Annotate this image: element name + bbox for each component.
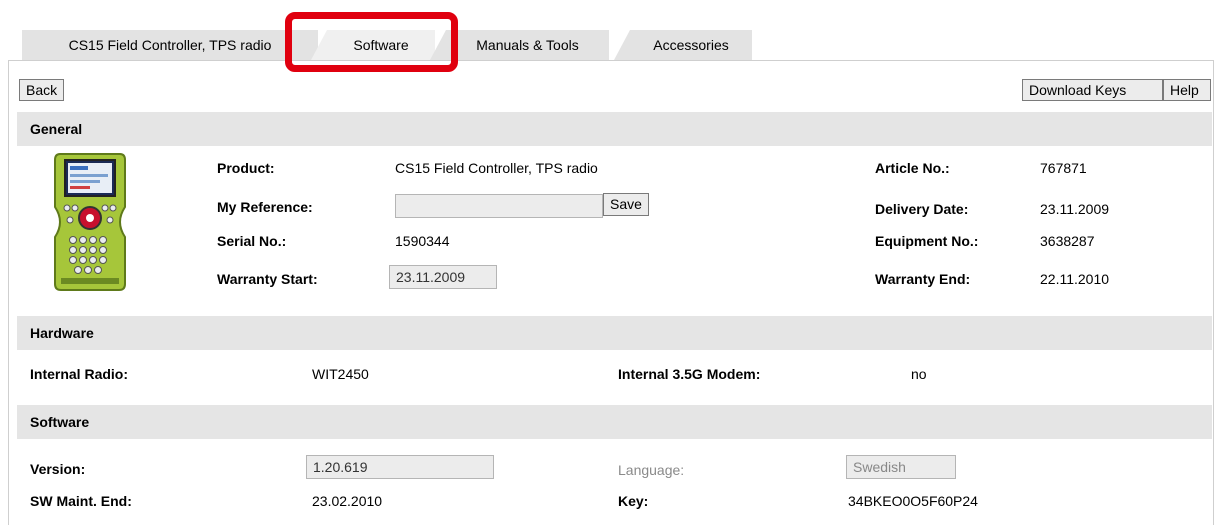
help-button[interactable]: Help (1163, 79, 1211, 101)
warranty-start-field: 23.11.2009 (389, 265, 497, 289)
warranty-end-value: 22.11.2010 (1040, 271, 1110, 287)
download-keys-button[interactable]: Download Keys (1022, 79, 1163, 101)
equipment-value: 3638287 (1040, 233, 1095, 249)
sw-maint-end-label: SW Maint. End: (30, 493, 132, 509)
warranty-end-label: Warranty End: (875, 271, 971, 287)
product-label: Product: (217, 160, 275, 176)
section-header-general: General (17, 112, 1212, 146)
equipment-label: Equipment No.: (875, 233, 979, 249)
article-value: 767871 (1040, 160, 1087, 176)
language-field: Swedish (846, 455, 956, 479)
delivery-date-value: 23.11.2009 (1040, 201, 1110, 217)
serial-label: Serial No.: (217, 233, 287, 249)
save-button[interactable]: Save (603, 193, 649, 216)
section-header-hardware: Hardware (17, 316, 1212, 350)
warranty-start-label: Warranty Start: (217, 271, 318, 287)
tab-accessories[interactable]: Accessories (614, 30, 752, 60)
my-reference-input[interactable] (395, 194, 603, 218)
internal-radio-value: WIT2450 (312, 366, 369, 382)
key-value: 34BKEO0O5F60P24 (848, 493, 978, 509)
tab-product[interactable]: CS15 Field Controller, TPS radio (22, 30, 318, 60)
article-label: Article No.: (875, 160, 950, 176)
software-tab-highlight (285, 12, 458, 72)
sw-maint-end-value: 23.02.2010 (312, 493, 383, 509)
internal-radio-label: Internal Radio: (30, 366, 129, 382)
language-label: Language: (618, 462, 685, 478)
internal-modem-label: Internal 3.5G Modem: (618, 366, 761, 382)
serial-value: 1590344 (395, 233, 450, 249)
tab-bar: CS15 Field Controller, TPS radio Softwar… (0, 0, 1216, 62)
device-image (45, 152, 135, 292)
version-field: 1.20.619 (306, 455, 494, 479)
version-label: Version: (30, 461, 86, 477)
field-controller-icon (54, 153, 126, 291)
delivery-date-label: Delivery Date: (875, 201, 969, 217)
section-header-software: Software (17, 405, 1212, 439)
back-button[interactable]: Back (19, 79, 65, 101)
product-value: CS15 Field Controller, TPS radio (395, 160, 598, 176)
key-label: Key: (618, 493, 649, 509)
my-reference-label: My Reference: (217, 199, 313, 215)
tab-manuals-tools[interactable]: Manuals & Tools (430, 30, 609, 60)
internal-modem-value: no (911, 366, 927, 382)
